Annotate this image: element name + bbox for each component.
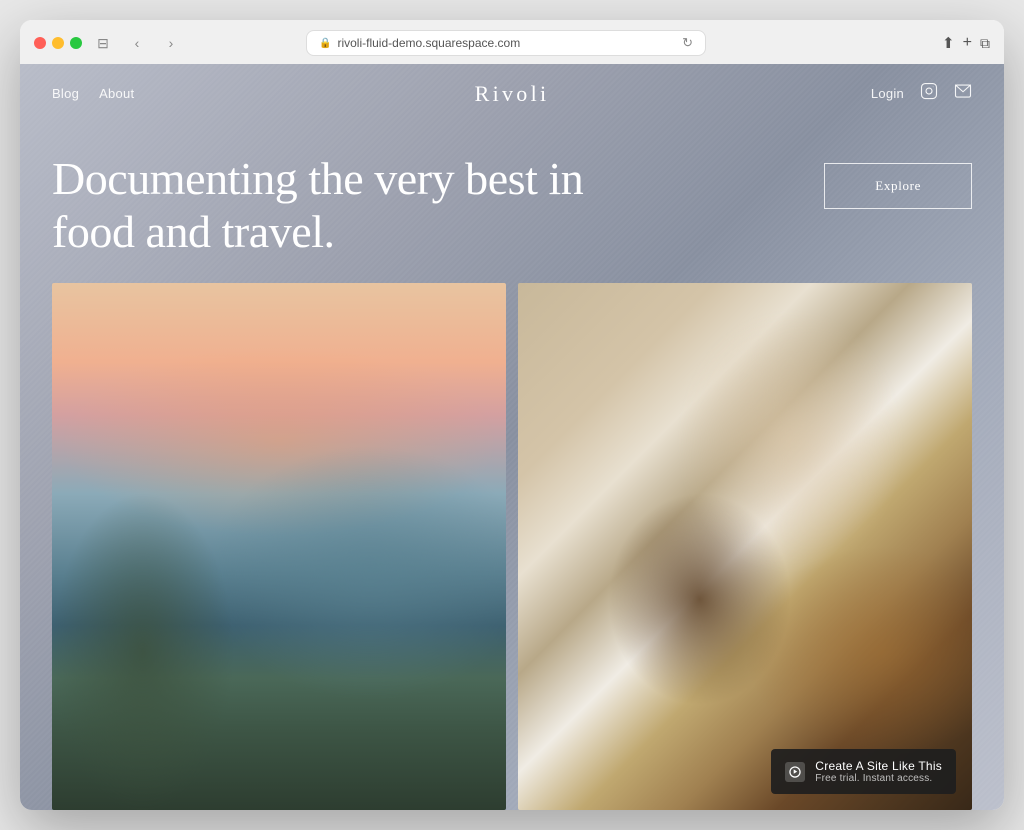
food-image: Create A Site Like This Free trial. Inst… [518,283,972,810]
email-icon[interactable] [954,82,972,105]
back-button[interactable]: ‹ [124,33,150,53]
browser-chrome: ⊟ ‹ › 🔒 rivoli-fluid-demo.squarespace.co… [20,20,1004,64]
instagram-icon[interactable] [920,82,938,105]
windows-icon[interactable]: ⧉ [980,35,990,52]
hero-content: Documenting the very best in food and tr… [20,123,1004,283]
coastal-image [52,283,506,810]
website-content: Blog About Rivoli Login [20,64,1004,810]
nav-right: Login [871,82,972,105]
nav-about-link[interactable]: About [99,86,134,101]
squarespace-logo [785,762,805,782]
site-nav: Blog About Rivoli Login [20,64,1004,123]
browser-actions: ⬆ + ⧉ [942,34,990,52]
images-grid: Create A Site Like This Free trial. Inst… [20,283,1004,810]
sidebar-toggle-button[interactable]: ⊟ [90,33,116,53]
browser-window: ⊟ ‹ › 🔒 rivoli-fluid-demo.squarespace.co… [20,20,1004,810]
traffic-lights [34,37,82,49]
share-icon[interactable]: ⬆ [942,34,955,52]
nav-login-link[interactable]: Login [871,86,904,101]
new-tab-icon[interactable]: + [963,34,972,52]
hero-section: Blog About Rivoli Login [20,64,1004,810]
lock-icon: 🔒 [319,38,331,49]
forward-button[interactable]: › [158,33,184,53]
minimize-button[interactable] [52,37,64,49]
squarespace-badge[interactable]: Create A Site Like This Free trial. Inst… [771,749,956,794]
badge-title: Create A Site Like This [815,759,942,773]
address-bar[interactable]: 🔒 rivoli-fluid-demo.squarespace.com ↻ [306,30,706,56]
badge-text: Create A Site Like This Free trial. Inst… [815,759,942,784]
maximize-button[interactable] [70,37,82,49]
hero-headline-text: Documenting the very best in food and tr… [52,153,583,257]
reload-icon[interactable]: ↻ [682,35,693,51]
close-button[interactable] [34,37,46,49]
nav-blog-link[interactable]: Blog [52,86,79,101]
nav-left: Blog About [52,86,871,101]
site-brand[interactable]: Rivoli [475,81,550,107]
explore-button[interactable]: Explore [824,163,972,209]
hero-headline: Documenting the very best in food and tr… [52,153,583,259]
url-text: rivoli-fluid-demo.squarespace.com [337,36,520,50]
badge-subtitle: Free trial. Instant access. [815,773,942,784]
